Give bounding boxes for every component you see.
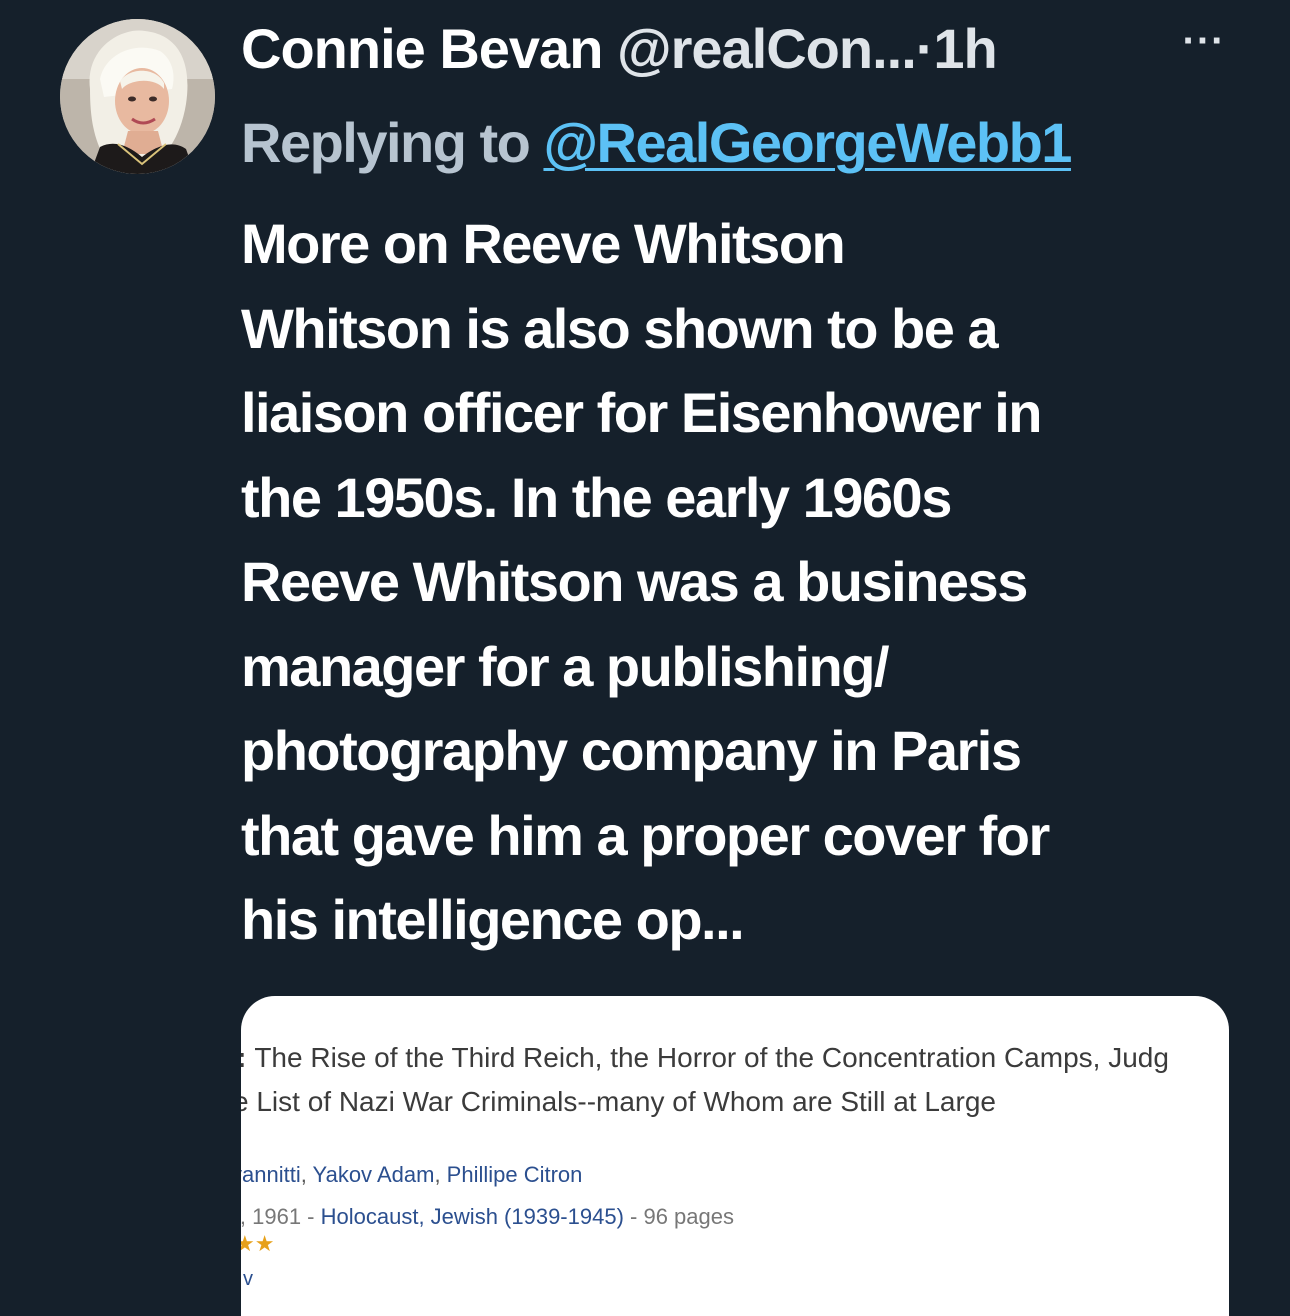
book-pages: - 96 pages [630, 1204, 734, 1229]
book-title-text: The Rise of the Third Reich, the Horror … [254, 1042, 1169, 1073]
book-author: vannitti [241, 1162, 301, 1187]
author-display-name[interactable]: Connie Bevan [241, 17, 603, 80]
tweet-text-line: manager for a publishing/ [241, 634, 890, 698]
book-meta-prefix: l, 1961 - [241, 1204, 315, 1229]
tweet-timestamp[interactable]: 1h [933, 17, 997, 80]
tweet[interactable]: Connie Bevan @realCon...·1h ··· Replying… [0, 0, 1290, 1316]
tweet-text-line: photography company in Paris [241, 719, 1022, 782]
author-avatar[interactable] [60, 19, 215, 174]
tweet-text-line: More on Reeve Whitson [241, 212, 846, 275]
book-title-line-1: : The Rise of the Third Reich, the Horror… [241, 1038, 1169, 1078]
avatar-photo-icon [60, 19, 215, 174]
replying-to: Replying to @RealGeorgeWebb1 [241, 108, 1072, 178]
tweet-text-line: that gave him a proper cover for [241, 803, 1050, 867]
book-author: Yakov Adam [312, 1162, 435, 1187]
tweet-text-line: Reeve Whitson was a business [241, 550, 1028, 613]
replying-to-label: Replying to [241, 111, 531, 174]
reply-mention-link[interactable]: @RealGeorgeWebb1 [543, 111, 1072, 174]
tweet-body: More on Reeve Whitson Whitson is also sh… [241, 202, 1251, 963]
attached-image[interactable]: : The Rise of the Third Reich, the Horror… [241, 996, 1229, 1316]
tweet-text-line: Whitson is also shown to be a [241, 296, 999, 360]
tweet-text-line: the 1950s. In the early 1960s [241, 465, 952, 529]
separator-dot: · [915, 17, 935, 80]
rating-stars-icon: ★★ [241, 1231, 275, 1256]
book-more-fragment: v [243, 1268, 253, 1290]
book-title-line-2: e List of Nazi War Criminals--many of Wh… [241, 1086, 996, 1117]
book-subject: Holocaust, Jewish (1939-1945) [320, 1204, 624, 1229]
book-authors: vannitti, Yakov Adam, Phillipe Citron [241, 1160, 582, 1190]
book-meta: l, 1961 - Holocaust, Jewish (1939-1945) … [241, 1202, 734, 1232]
title-colon: : [241, 1042, 246, 1073]
tweet-text-line: liaison officer for Eisenhower in [241, 381, 1043, 444]
tweet-header: Connie Bevan @realCon...·1h [241, 14, 1241, 84]
book-author: Phillipe Citron [446, 1162, 583, 1187]
tweet-text-line: his intelligence op... [241, 888, 745, 951]
more-options-icon[interactable]: ··· [1180, 21, 1228, 66]
author-handle[interactable]: @realCon... [617, 17, 917, 80]
